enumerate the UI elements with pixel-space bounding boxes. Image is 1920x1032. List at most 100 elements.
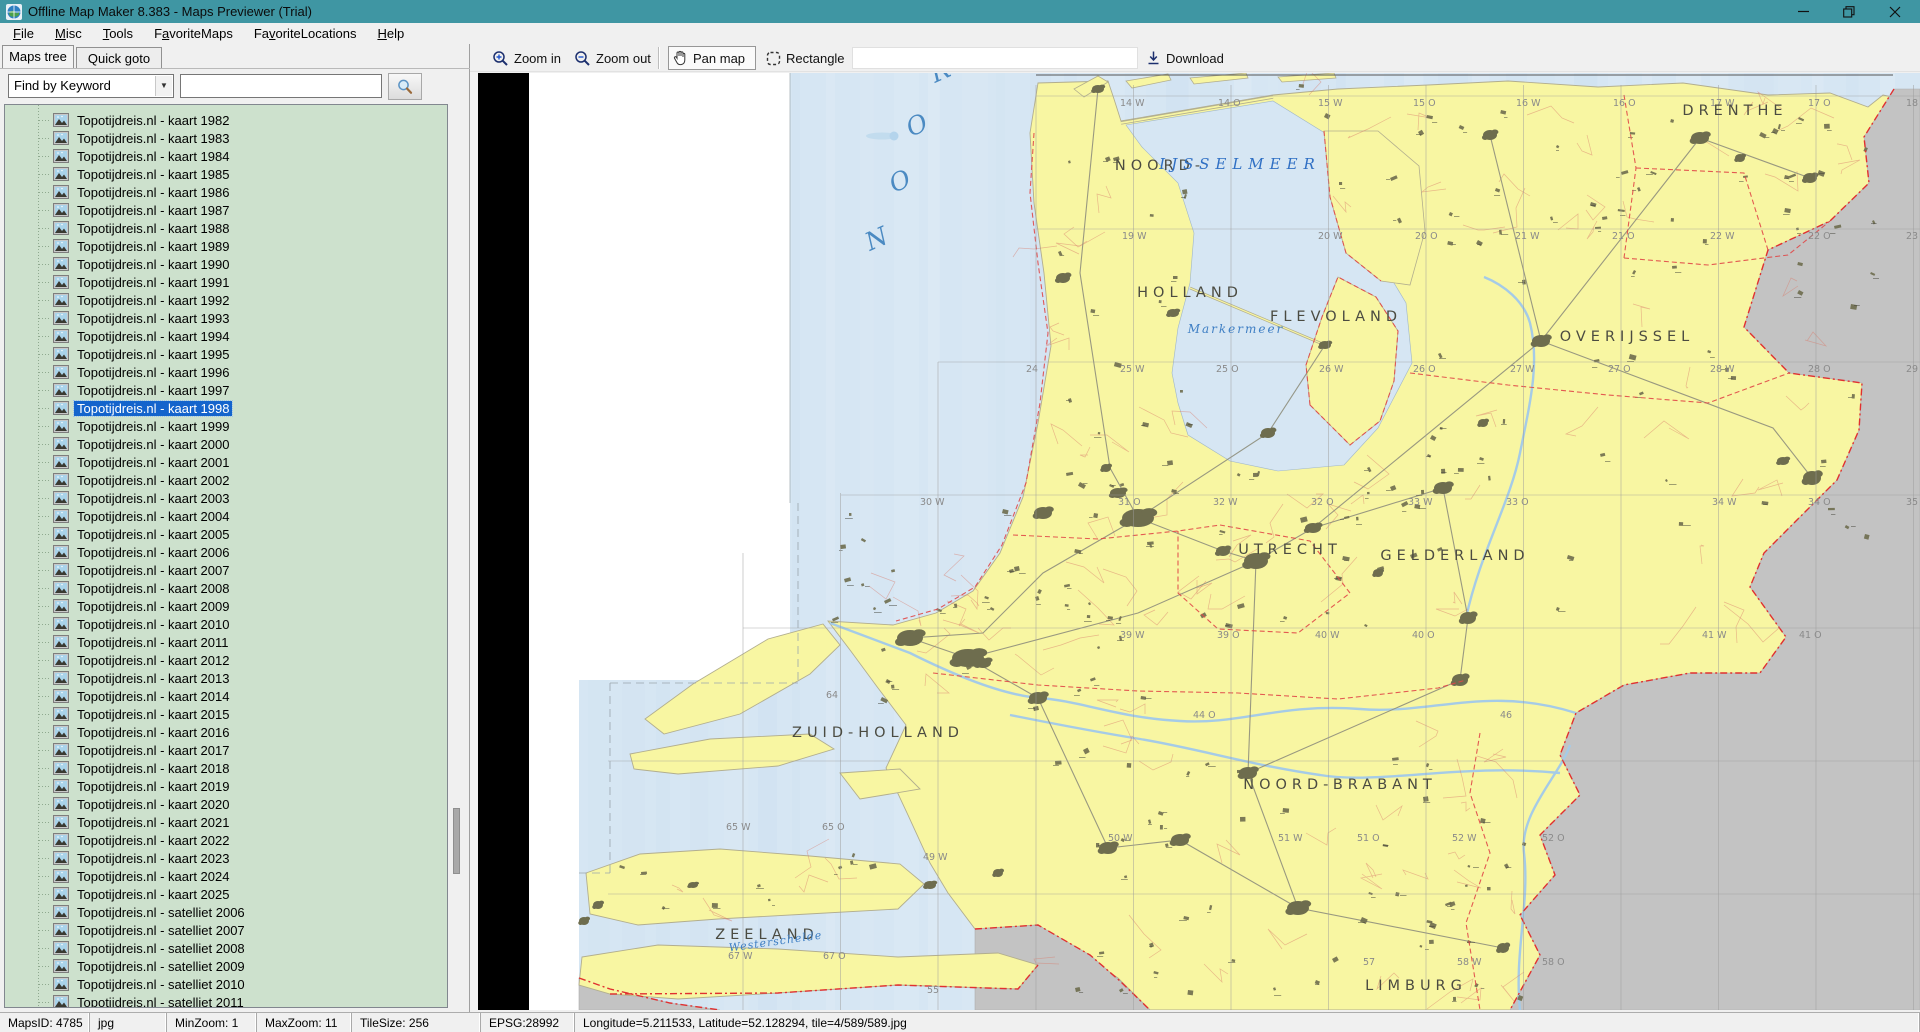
svg-text:14 O: 14 O bbox=[1218, 98, 1241, 109]
zoom-out-icon bbox=[574, 50, 591, 67]
tree-item[interactable]: Topotijdreis.nl - kaart 1990 bbox=[5, 255, 447, 273]
search-button[interactable] bbox=[388, 73, 422, 100]
restore-icon bbox=[1843, 6, 1855, 18]
tree-item[interactable]: Topotijdreis.nl - kaart 2018 bbox=[5, 759, 447, 777]
menu-item-misc[interactable]: Misc bbox=[46, 24, 91, 43]
tree-item[interactable]: Topotijdreis.nl - kaart 2010 bbox=[5, 615, 447, 633]
tree-connector bbox=[39, 696, 51, 697]
tree-item[interactable]: Topotijdreis.nl - satelliet 2007 bbox=[5, 921, 447, 939]
tree-item[interactable]: Topotijdreis.nl - kaart 2016 bbox=[5, 723, 447, 741]
tree-item[interactable]: Topotijdreis.nl - kaart 2003 bbox=[5, 489, 447, 507]
map-layer-icon bbox=[53, 671, 69, 685]
tree-item-label: Topotijdreis.nl - kaart 2017 bbox=[74, 743, 232, 758]
tab-maps-tree[interactable]: Maps tree bbox=[2, 45, 74, 68]
restore-button[interactable] bbox=[1826, 0, 1872, 23]
tree-item[interactable]: Topotijdreis.nl - kaart 1998 bbox=[5, 399, 447, 417]
tree-item[interactable]: Topotijdreis.nl - kaart 1989 bbox=[5, 237, 447, 255]
menu-item-help[interactable]: Help bbox=[368, 24, 413, 43]
tree-item-label: Topotijdreis.nl - kaart 2020 bbox=[74, 797, 232, 812]
menu-item-favoritelocations[interactable]: FavoriteLocations bbox=[245, 24, 366, 43]
tree-item[interactable]: Topotijdreis.nl - kaart 2007 bbox=[5, 561, 447, 579]
tree-item[interactable]: Topotijdreis.nl - kaart 2001 bbox=[5, 453, 447, 471]
tree-item[interactable]: Topotijdreis.nl - kaart 1982 bbox=[5, 111, 447, 129]
map-canvas[interactable]: 14 W14 O15 W15 O16 W16 O17 W17 O1819 W20… bbox=[478, 73, 1920, 1010]
search-input[interactable] bbox=[180, 74, 382, 98]
menu-item-tools[interactable]: Tools bbox=[94, 24, 142, 43]
close-button[interactable] bbox=[1872, 0, 1918, 23]
map-layer-icon bbox=[53, 905, 69, 919]
hand-icon bbox=[673, 50, 688, 66]
tree-item[interactable]: Topotijdreis.nl - kaart 2024 bbox=[5, 867, 447, 885]
tree-item[interactable]: Topotijdreis.nl - kaart 2015 bbox=[5, 705, 447, 723]
find-mode-select[interactable]: Find by Keyword ▼ bbox=[8, 74, 174, 98]
tree-item[interactable]: Topotijdreis.nl - kaart 1987 bbox=[5, 201, 447, 219]
tree-item[interactable]: Topotijdreis.nl - kaart 2020 bbox=[5, 795, 447, 813]
tree-item[interactable]: Topotijdreis.nl - kaart 1997 bbox=[5, 381, 447, 399]
map-layer-icon bbox=[53, 527, 69, 541]
tree-item[interactable]: Topotijdreis.nl - kaart 1994 bbox=[5, 327, 447, 345]
svg-text:GELDERLAND: GELDERLAND bbox=[1380, 548, 1529, 564]
map-viewport[interactable]: 14 W14 O15 W15 O16 W16 O17 W17 O1819 W20… bbox=[478, 73, 1920, 1010]
svg-text:34 W: 34 W bbox=[1712, 497, 1737, 508]
tab-quick-goto[interactable]: Quick goto bbox=[76, 47, 162, 68]
tree-connector bbox=[39, 858, 51, 859]
tree-scrollbar-thumb[interactable] bbox=[453, 808, 460, 874]
menu-item-favoritemaps[interactable]: FavoriteMaps bbox=[145, 24, 242, 43]
tree-item[interactable]: Topotijdreis.nl - kaart 2013 bbox=[5, 669, 447, 687]
tree-item[interactable]: Topotijdreis.nl - satelliet 2009 bbox=[5, 957, 447, 975]
tree-item[interactable]: Topotijdreis.nl - kaart 2008 bbox=[5, 579, 447, 597]
tree-item[interactable]: Topotijdreis.nl - kaart 2025 bbox=[5, 885, 447, 903]
tree-item[interactable]: Topotijdreis.nl - kaart 1996 bbox=[5, 363, 447, 381]
chevron-down-icon[interactable]: ▼ bbox=[155, 76, 172, 96]
tree-item[interactable]: Topotijdreis.nl - kaart 1992 bbox=[5, 291, 447, 309]
tree-item[interactable]: Topotijdreis.nl - kaart 2006 bbox=[5, 543, 447, 561]
tree-item[interactable]: Topotijdreis.nl - kaart 2004 bbox=[5, 507, 447, 525]
tree-item[interactable]: Topotijdreis.nl - satelliet 2006 bbox=[5, 903, 447, 921]
map-layer-icon bbox=[53, 923, 69, 937]
tree-item-label: Topotijdreis.nl - kaart 2014 bbox=[74, 689, 232, 704]
maps-tree[interactable]: Topotijdreis.nl - kaart 1982 Topotijdreis… bbox=[4, 104, 448, 1008]
tree-item-label: Topotijdreis.nl - kaart 1983 bbox=[74, 131, 232, 146]
tree-item[interactable]: Topotijdreis.nl - kaart 1983 bbox=[5, 129, 447, 147]
tree-item[interactable]: Topotijdreis.nl - kaart 2021 bbox=[5, 813, 447, 831]
tree-item[interactable]: Topotijdreis.nl - kaart 2017 bbox=[5, 741, 447, 759]
tree-item[interactable]: Topotijdreis.nl - kaart 2011 bbox=[5, 633, 447, 651]
map-layer-icon bbox=[53, 617, 69, 631]
tree-connector bbox=[39, 444, 51, 445]
pan-map-button[interactable]: Pan map bbox=[668, 46, 756, 70]
tree-item[interactable]: Topotijdreis.nl - kaart 1993 bbox=[5, 309, 447, 327]
tree-scrollbar[interactable] bbox=[448, 104, 466, 1008]
tree-item[interactable]: Topotijdreis.nl - kaart 2000 bbox=[5, 435, 447, 453]
minimize-button[interactable] bbox=[1780, 0, 1826, 23]
tree-item-label: Topotijdreis.nl - kaart 1992 bbox=[74, 293, 232, 308]
rectangle-button[interactable]: Rectangle bbox=[762, 46, 849, 70]
tree-item[interactable]: Topotijdreis.nl - kaart 2022 bbox=[5, 831, 447, 849]
tree-item[interactable]: Topotijdreis.nl - satelliet 2011 bbox=[5, 993, 447, 1008]
svg-text:15 W: 15 W bbox=[1318, 98, 1343, 109]
svg-text:41 W: 41 W bbox=[1702, 630, 1727, 641]
zoom-out-button[interactable]: Zoom out bbox=[570, 46, 655, 70]
tree-item[interactable]: Topotijdreis.nl - kaart 2012 bbox=[5, 651, 447, 669]
tree-item[interactable]: Topotijdreis.nl - kaart 2023 bbox=[5, 849, 447, 867]
menu-item-file[interactable]: File bbox=[4, 24, 43, 43]
tree-item[interactable]: Topotijdreis.nl - kaart 1988 bbox=[5, 219, 447, 237]
tree-item[interactable]: Topotijdreis.nl - satelliet 2010 bbox=[5, 975, 447, 993]
tree-item[interactable]: Topotijdreis.nl - kaart 1986 bbox=[5, 183, 447, 201]
tree-item[interactable]: Topotijdreis.nl - kaart 2005 bbox=[5, 525, 447, 543]
tree-item-label: Topotijdreis.nl - kaart 1982 bbox=[74, 113, 232, 128]
status-field: MaxZoom: 11 bbox=[257, 1013, 352, 1032]
tree-item[interactable]: Topotijdreis.nl - kaart 1991 bbox=[5, 273, 447, 291]
tree-item[interactable]: Topotijdreis.nl - satelliet 2008 bbox=[5, 939, 447, 957]
tree-item[interactable]: Topotijdreis.nl - kaart 2002 bbox=[5, 471, 447, 489]
download-button[interactable]: Download bbox=[1142, 46, 1228, 70]
tree-item[interactable]: Topotijdreis.nl - kaart 1984 bbox=[5, 147, 447, 165]
tree-item[interactable]: Topotijdreis.nl - kaart 1995 bbox=[5, 345, 447, 363]
tree-item[interactable]: Topotijdreis.nl - kaart 2014 bbox=[5, 687, 447, 705]
svg-text:65 W: 65 W bbox=[726, 822, 751, 833]
tree-item[interactable]: Topotijdreis.nl - kaart 1985 bbox=[5, 165, 447, 183]
toolbar-input[interactable] bbox=[852, 47, 1138, 69]
tree-item[interactable]: Topotijdreis.nl - kaart 2019 bbox=[5, 777, 447, 795]
zoom-in-button[interactable]: Zoom in bbox=[488, 46, 565, 70]
tree-item[interactable]: Topotijdreis.nl - kaart 2009 bbox=[5, 597, 447, 615]
tree-item[interactable]: Topotijdreis.nl - kaart 1999 bbox=[5, 417, 447, 435]
